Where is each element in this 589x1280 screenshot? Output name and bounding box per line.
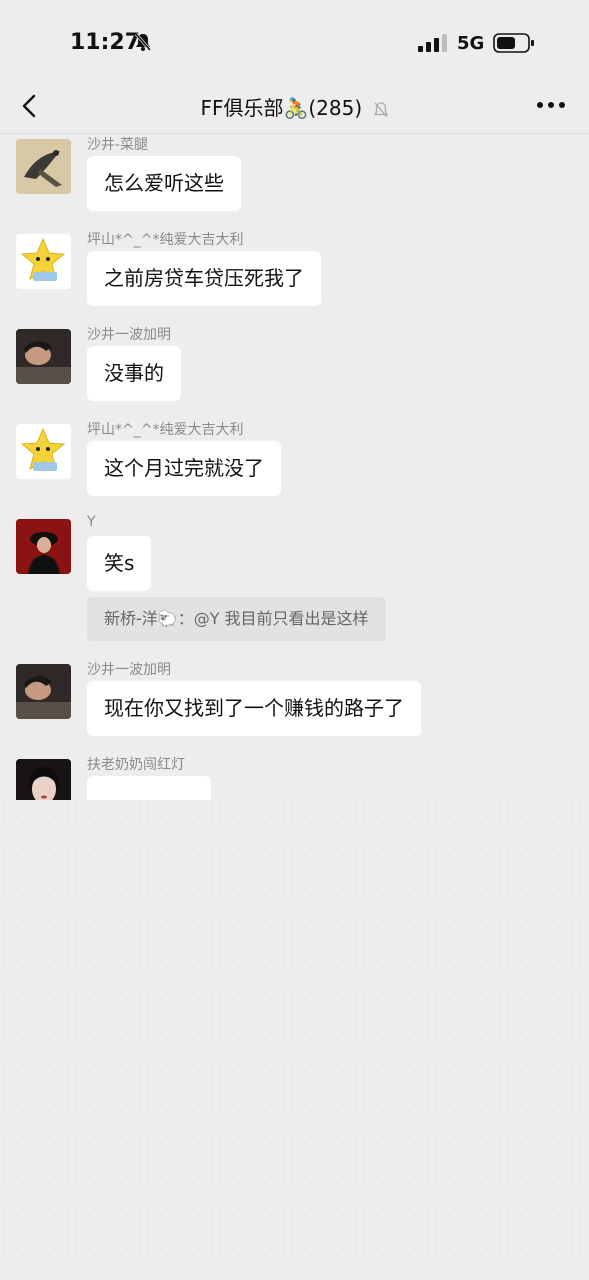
chat-header: FF俱乐部🚴(285)	[0, 80, 589, 134]
yellow-star-image	[16, 234, 71, 289]
blank-area	[0, 800, 589, 1280]
message-bubble[interactable]: 笑s	[87, 536, 152, 591]
sender-name: 沙井一波加明	[87, 662, 171, 678]
woman-portrait-avatar[interactable]	[16, 759, 71, 800]
message-list[interactable]: 沙井-菜腿 怎么爱听这些 坪山*^_^*纯爱大吉大利 之前房贷车贷压死我了 沙井…	[0, 134, 589, 800]
yellow-star-avatar[interactable]	[16, 424, 71, 479]
woman-portrait-image	[16, 759, 71, 800]
message-bubble[interactable]: 之前房贷车贷压死我了	[87, 251, 321, 306]
message-bubble[interactable]: 这个月过完就没了	[87, 441, 281, 496]
sender-name: 坪山*^_^*纯爱大吉大利	[87, 422, 244, 438]
sender-name: 扶老奶奶闯红灯	[87, 757, 185, 773]
sender-name: Y	[87, 514, 96, 530]
group-name: FF俱乐部🚴(285)	[200, 96, 363, 120]
sleeping-man-image	[16, 664, 71, 719]
signal-strength-icon	[418, 34, 447, 52]
sleeping-man-image	[16, 329, 71, 384]
chat-title: FF俱乐部🚴(285)	[0, 92, 589, 121]
battery-icon	[493, 33, 534, 53]
sender-name: 沙井一波加明	[87, 327, 171, 343]
status-time: 11:27	[70, 30, 141, 55]
message-bubble[interactable]: 怎么爱听这些	[87, 156, 241, 211]
message-bubble[interactable]	[87, 776, 211, 800]
sender-name: 沙井-菜腿	[87, 137, 149, 153]
message-bubble[interactable]: 没事的	[87, 346, 181, 401]
quoted-reply[interactable]: 新桥-洋🐑：@Y 我目前只看出是这样	[87, 597, 386, 641]
bell-slash-icon	[373, 101, 388, 117]
sleeping-man-avatar[interactable]	[16, 664, 71, 719]
woman-red-background-avatar[interactable]	[16, 519, 71, 574]
yellow-star-image	[16, 424, 71, 479]
network-type: 5G	[457, 33, 485, 54]
message-bubble[interactable]: 现在你又找到了一个赚钱的路子了	[87, 681, 421, 736]
woman-red-background-image	[16, 519, 71, 574]
bell-slash-icon	[134, 33, 152, 51]
status-bar: 11:27 5G	[0, 0, 589, 80]
bird-painting-avatar[interactable]	[16, 139, 71, 194]
sender-name: 坪山*^_^*纯爱大吉大利	[87, 232, 244, 248]
yellow-star-avatar[interactable]	[16, 234, 71, 289]
sleeping-man-avatar[interactable]	[16, 329, 71, 384]
bird-painting-image	[16, 139, 71, 194]
more-options-icon[interactable]	[536, 100, 566, 110]
